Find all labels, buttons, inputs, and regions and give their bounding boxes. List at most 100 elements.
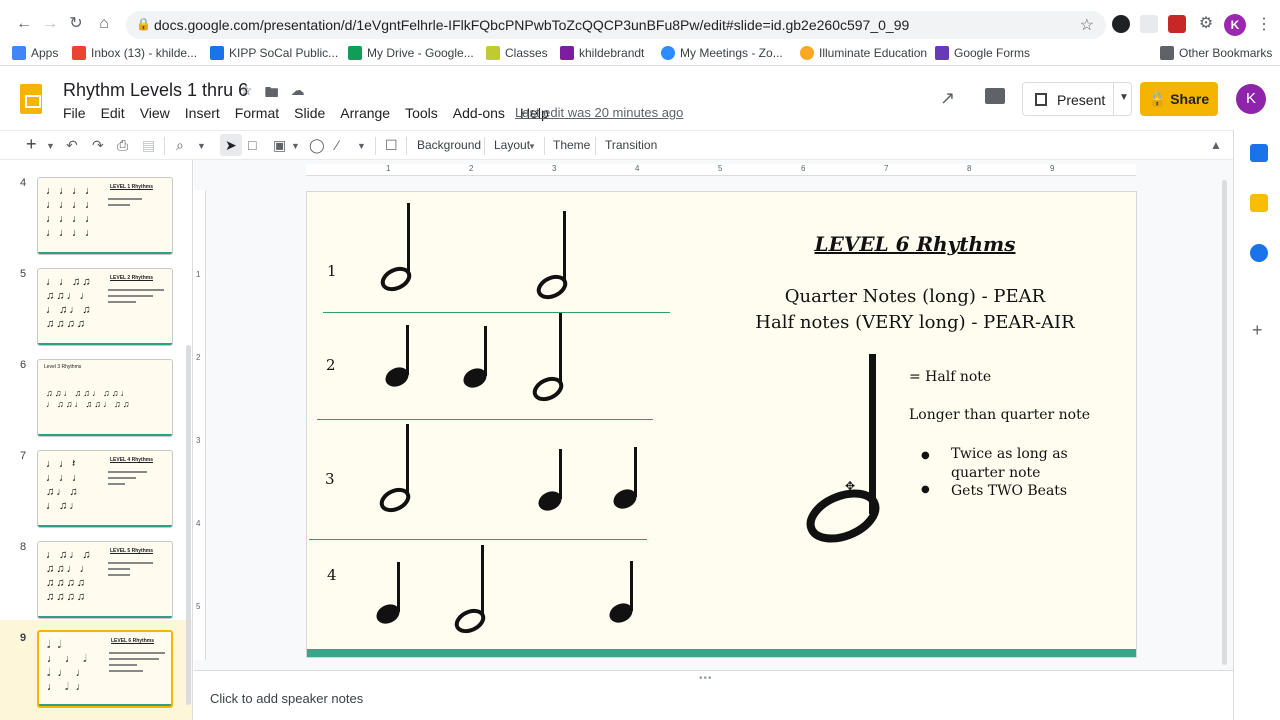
slide-thumbnail-9[interactable]: 𝅗𝅥 𝅗𝅥 ♩ ♩ 𝅗𝅥 𝅗𝅥 ♩ ♩ ♩ 𝅗𝅥 ♩ LEVEL 6 Rhythms (37, 630, 173, 708)
slide-thumbnail-6[interactable]: Level 3 Rhythms ♫♫♩♫♫♩♫♫♩ ♩♫♫♩♫♫♩♫♫ (37, 359, 173, 437)
menu-format[interactable]: Format (235, 105, 279, 121)
menu-arrange[interactable]: Arrange (340, 105, 390, 121)
menu-edit[interactable]: Edit (101, 105, 125, 121)
menu-bar: File Edit View Insert Format Slide Arran… (63, 105, 564, 121)
document-title[interactable]: Rhythm Levels 1 thru 6 (63, 80, 248, 101)
text-box-icon[interactable]: □ (248, 137, 256, 153)
back-icon[interactable]: ← (14, 14, 34, 34)
move-folder-icon[interactable]: 🖿 (265, 82, 279, 106)
speaker-notes[interactable]: ••• Click to add speaker notes (194, 670, 1233, 720)
theme-button[interactable]: Theme (553, 138, 590, 152)
keep-addon-icon[interactable] (1250, 194, 1268, 212)
tasks-addon-icon[interactable] (1250, 244, 1268, 262)
longer-text[interactable]: Longer than quarter note (909, 407, 1090, 423)
forward-icon[interactable]: → (40, 14, 60, 34)
bookmark-inbox[interactable]: Inbox (13) - khilde... (72, 46, 197, 60)
vertical-ruler: 1 2 3 4 5 (194, 190, 206, 660)
current-slide[interactable]: 1 2 3 4 ✥ LEVEL 6 Rhythms Quarter Notes … (306, 191, 1137, 658)
paint-format-icon[interactable]: ▤ (142, 137, 155, 154)
half-note (529, 311, 567, 406)
puzzle-icon[interactable]: ⚙ (1196, 14, 1216, 34)
folder-icon (1160, 46, 1174, 60)
bullet-two-beats[interactable]: Gets TWO Beats (921, 483, 1067, 499)
bullet-twice[interactable]: Twice as long as quarter note (921, 445, 1091, 483)
chrome-profile-avatar[interactable]: K (1224, 14, 1246, 36)
zoom-icon (661, 46, 675, 60)
layout-dropdown-icon[interactable]: ▼ (528, 142, 536, 151)
chrome-menu-icon[interactable]: ⋮ (1256, 14, 1272, 34)
slide-number: 5 (20, 268, 27, 280)
reload-icon[interactable]: ↻ (66, 14, 86, 34)
link-icon (560, 46, 574, 60)
layout-button[interactable]: Layout (494, 138, 530, 152)
undo-icon[interactable]: ↶ (66, 137, 78, 154)
filmstrip-scrollbar[interactable] (186, 345, 191, 705)
selected-slide-row: 9 𝅗𝅥 𝅗𝅥 ♩ ♩ 𝅗𝅥 𝅗𝅥 ♩ ♩ ♩ 𝅗𝅥 ♩ LEVEL 6 Rhythm… (0, 620, 192, 720)
share-button[interactable]: 🔒 Share (1140, 82, 1218, 116)
slide-filmstrip: 4 ♩♩♩♩ ♩♩♩♩ ♩♩♩♩ ♩♩♩♩ LEVEL 1 Rhythms 5 ♩♩♫… (0, 160, 193, 720)
calendar-addon-icon[interactable] (1250, 144, 1268, 162)
half-note (376, 422, 414, 517)
canvas-scrollbar[interactable] (1222, 180, 1227, 665)
line-icon[interactable]: ∕ (336, 137, 338, 153)
bookmark-illuminate[interactable]: Illuminate Education (800, 46, 927, 60)
menu-file[interactable]: File (63, 105, 86, 121)
slide-thumbnail-7[interactable]: ♩♩𝄽 ♩♩♩ ♫♩♫ ♩♫♩ LEVEL 4 Rhythms (37, 450, 173, 528)
bookmark-zoom[interactable]: My Meetings - Zo... (661, 46, 783, 60)
quarter-note (610, 447, 640, 513)
address-bar[interactable]: 🔒 docs.google.com/presentation/d/1eVgntF… (126, 11, 1106, 39)
bookmark-forms[interactable]: Google Forms (935, 46, 1030, 60)
extension-2-icon[interactable] (1140, 15, 1158, 33)
bookmark-kipp[interactable]: KIPP SoCal Public... (210, 46, 338, 60)
zoom-icon[interactable]: ⌕ (176, 137, 184, 154)
slide-thumbnail-4[interactable]: ♩♩♩♩ ♩♩♩♩ ♩♩♩♩ ♩♩♩♩ LEVEL 1 Rhythms (37, 177, 173, 255)
transition-button[interactable]: Transition (605, 138, 657, 152)
menu-tools[interactable]: Tools (405, 105, 438, 121)
bookmark-classes[interactable]: Classes (486, 46, 548, 60)
bookmark-star-icon[interactable]: ☆ (1080, 15, 1094, 35)
image-dropdown-icon[interactable]: ▼ (291, 141, 300, 151)
slide-subtitle-2[interactable]: Half notes (VERY long) - PEAR-AIR (707, 312, 1123, 333)
comment-history-icon[interactable] (985, 88, 1005, 104)
menu-addons[interactable]: Add-ons (453, 105, 505, 121)
line-dropdown-icon[interactable]: ▼ (357, 141, 366, 151)
select-cursor-icon[interactable]: ➤ (225, 137, 237, 154)
account-avatar[interactable]: K (1236, 84, 1266, 114)
bookmark-other[interactable]: Other Bookmarks (1160, 46, 1272, 60)
slides-logo-icon[interactable] (20, 84, 42, 114)
bookmark-apps[interactable]: Apps (12, 46, 58, 60)
slide-number: 4 (20, 177, 27, 189)
illuminate-icon (800, 46, 814, 60)
slide-thumbnail-5[interactable]: ♩♩♫♫ ♫♫♩♩ ♩♫♩♫ ♫♫♫♫ LEVEL 2 Rhythms (37, 268, 173, 346)
menu-view[interactable]: View (140, 105, 170, 121)
activity-dashboard-icon[interactable]: ↗ (940, 88, 955, 109)
zoom-dropdown-icon[interactable]: ▼ (197, 141, 206, 151)
redo-icon[interactable]: ↷ (92, 137, 104, 154)
add-addon-icon[interactable]: + (1252, 320, 1263, 341)
print-icon[interactable]: ⎙ (117, 137, 128, 154)
background-button[interactable]: Background (417, 138, 481, 152)
menu-slide[interactable]: Slide (294, 105, 325, 121)
image-icon[interactable]: ▣ (273, 137, 286, 154)
bookmark-khildebrandt[interactable]: khildebrandt (560, 46, 644, 60)
collapse-toolbar-icon[interactable]: ▲ (1210, 138, 1222, 152)
present-dropdown-icon[interactable]: ▼ (1119, 92, 1129, 103)
home-icon[interactable]: ⌂ (94, 14, 114, 34)
present-button[interactable]: Present ▼ (1022, 82, 1132, 116)
extension-3-icon[interactable] (1168, 15, 1186, 33)
half-note-definition[interactable]: = Half note (909, 369, 991, 385)
new-slide-icon[interactable]: + (26, 134, 37, 155)
menu-insert[interactable]: Insert (185, 105, 220, 121)
last-edit-link[interactable]: Last edit was 20 minutes ago (515, 105, 683, 120)
bookmark-drive[interactable]: My Drive - Google... (348, 46, 474, 60)
cloud-status-icon[interactable]: ☁ (291, 82, 305, 106)
add-comment-icon[interactable]: ☐ (385, 137, 398, 154)
resize-handle-icon[interactable]: ••• (699, 673, 713, 684)
slide-subtitle-1[interactable]: Quarter Notes (long) - PEAR (707, 286, 1123, 307)
new-slide-dropdown-icon[interactable]: ▼ (46, 141, 55, 151)
extension-1-icon[interactable] (1112, 15, 1130, 33)
shape-icon[interactable]: ◯ (309, 137, 325, 154)
star-icon[interactable]: ☆ (240, 82, 253, 106)
slide-thumbnail-8[interactable]: ♩♫♩♫ ♫♫♩♩ ♫♫♫♫ ♫♫♫♫ LEVEL 5 Rhythms (37, 541, 173, 619)
slide-title[interactable]: LEVEL 6 Rhythms (737, 232, 1093, 256)
